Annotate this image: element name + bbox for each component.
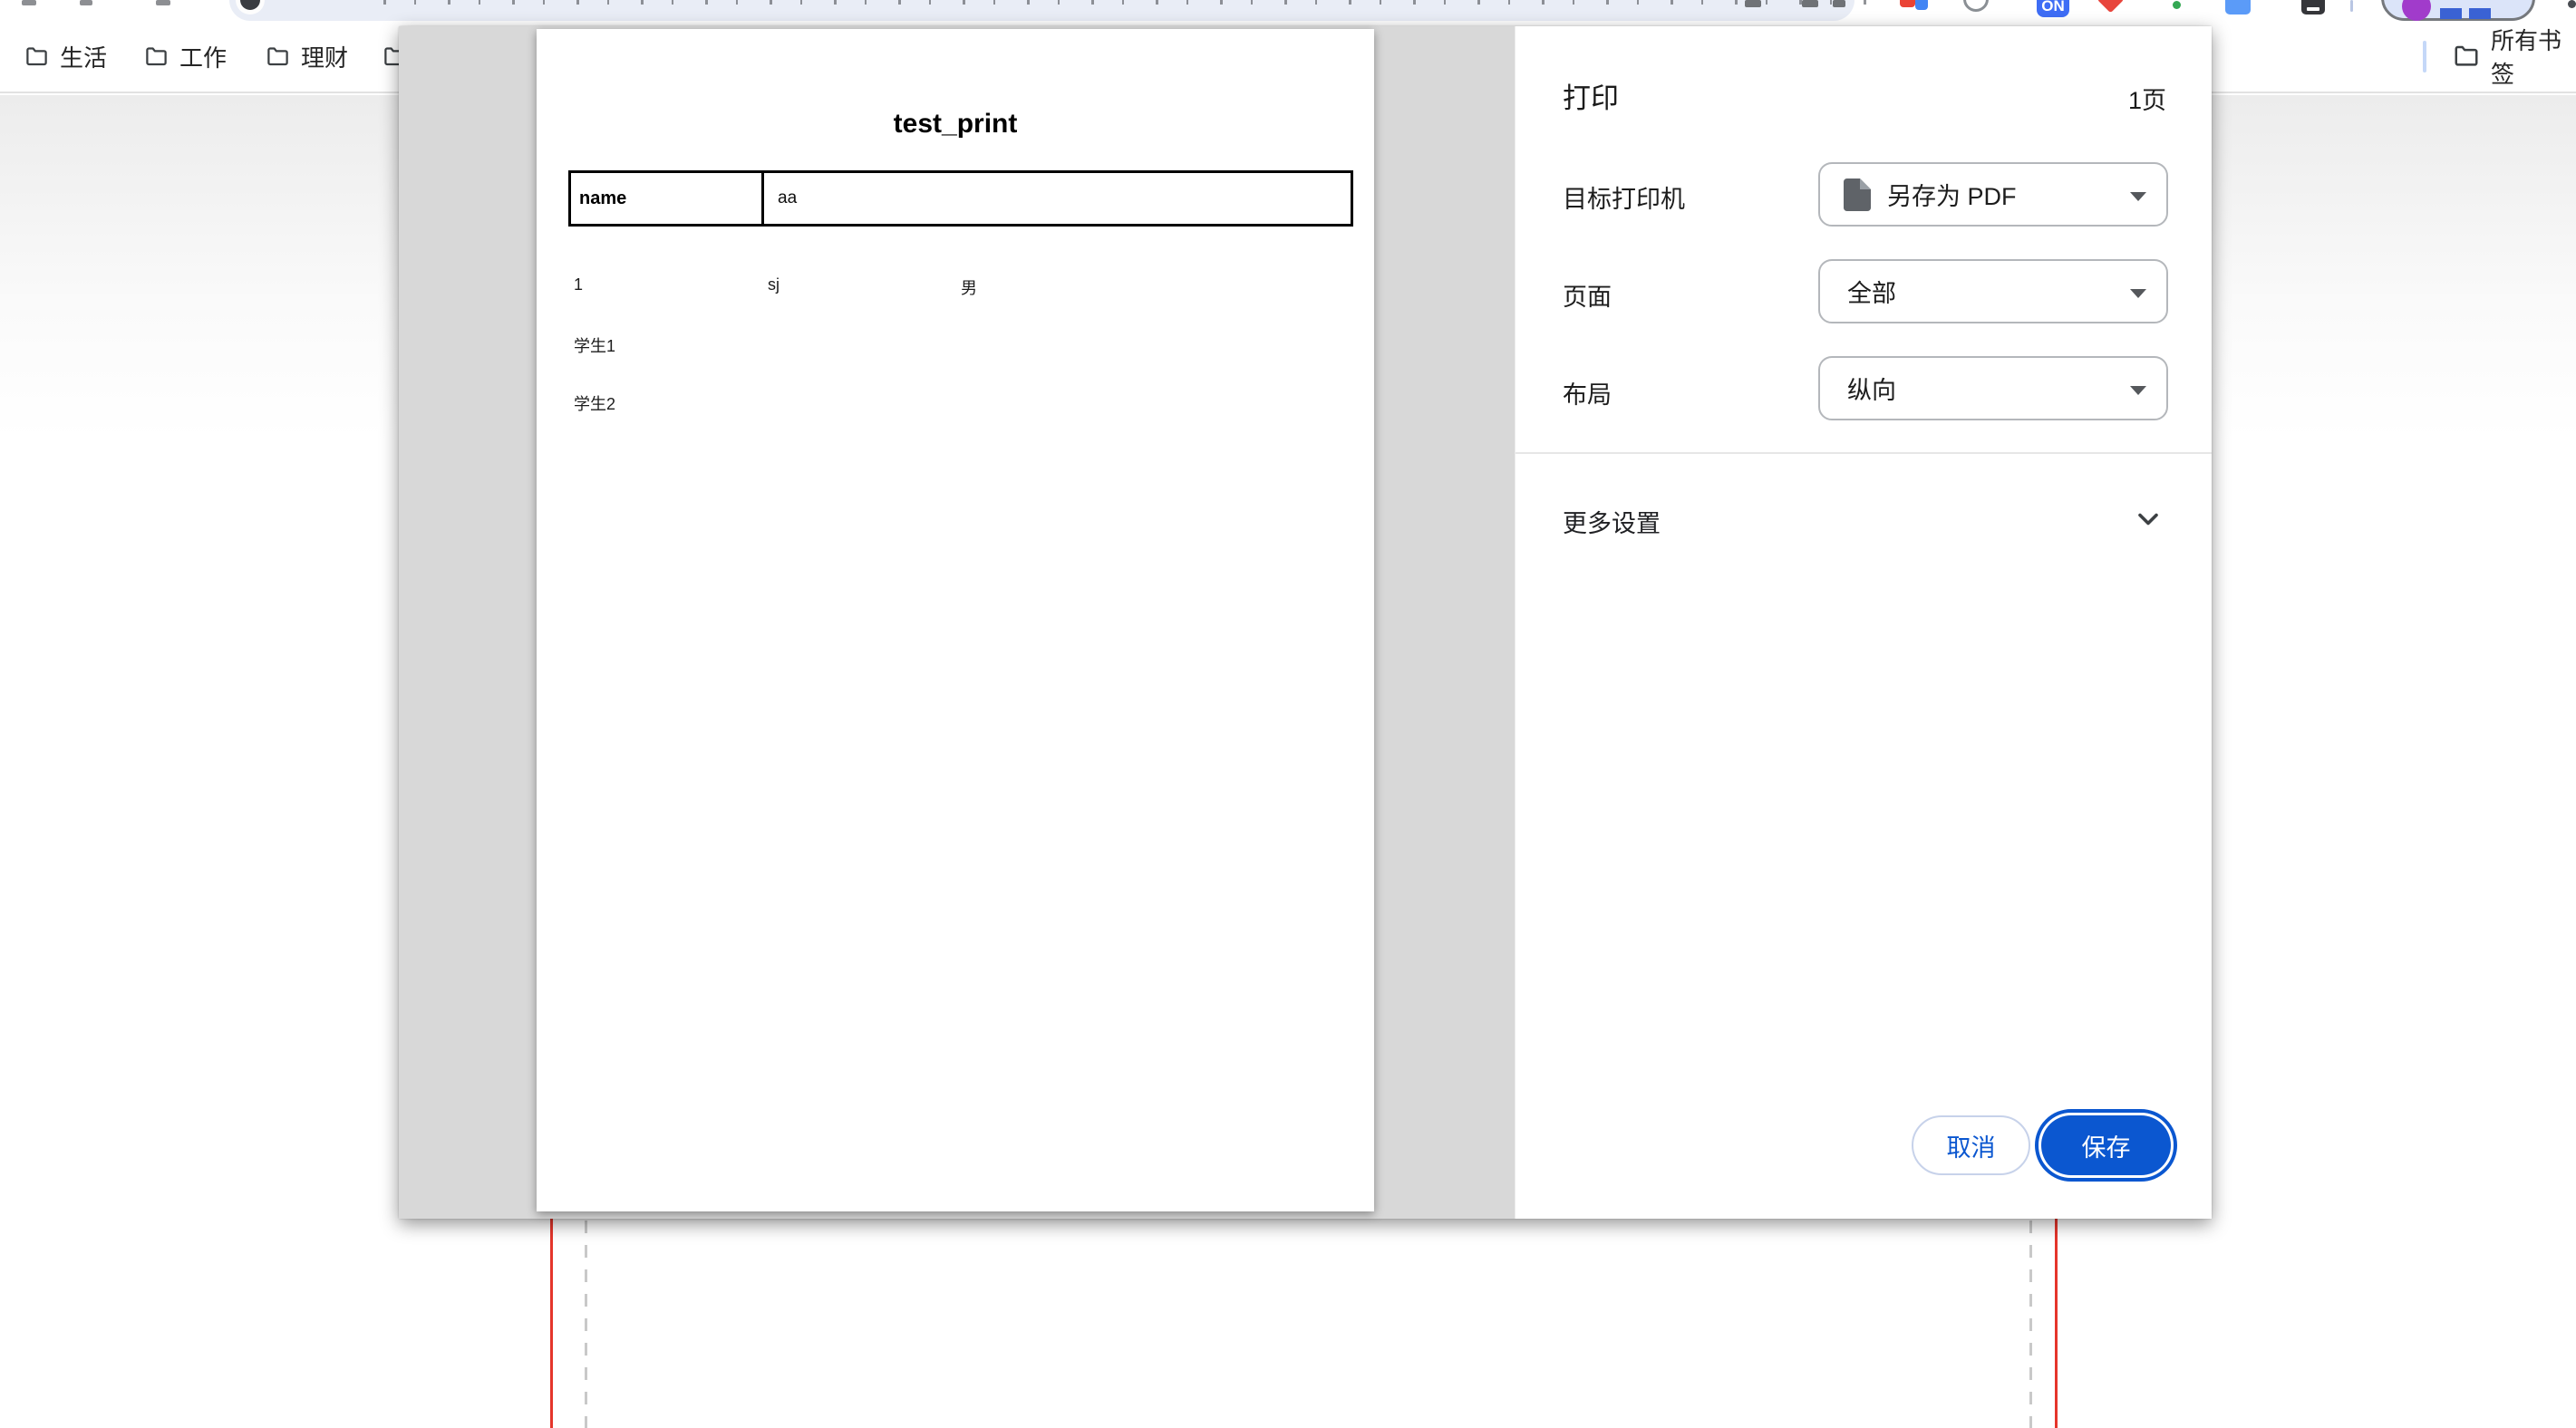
- print-preview-pane: test_print name aa 1 sj 男 学生1 学生2: [399, 26, 1515, 1219]
- caret-down-icon: [2130, 386, 2146, 395]
- page-count: 1页: [2128, 81, 2166, 116]
- layout-value: 纵向: [1847, 371, 1896, 406]
- destination-value: 另存为 PDF: [1887, 177, 2017, 212]
- destination-select[interactable]: 另存为 PDF: [1818, 162, 2168, 227]
- bookmark-folder-life[interactable]: 生活: [24, 42, 107, 71]
- more-settings-toggle[interactable]: 更多设置: [1516, 479, 2212, 561]
- layout-label: 布局: [1563, 375, 1612, 410]
- folder-icon: [24, 44, 49, 69]
- table-header-cell: aa: [767, 173, 1351, 224]
- chevron-down-icon: [2132, 503, 2164, 536]
- on-extension-icon[interactable]: ON: [2037, 0, 2069, 17]
- extension-icon[interactable]: [1963, 0, 1989, 12]
- caret-down-icon: [2130, 192, 2146, 201]
- site-info-icon[interactable]: [240, 0, 260, 10]
- profile-label-fragment: [2469, 8, 2491, 19]
- table-header-cell: name: [571, 173, 764, 224]
- all-bookmarks-label: 所有书签: [2491, 23, 2576, 90]
- address-bar[interactable]: [229, 0, 1855, 21]
- bookmark-label: 生活: [60, 40, 107, 73]
- pages-select[interactable]: 全部: [1818, 259, 2168, 323]
- pdf-file-icon: [1844, 178, 1871, 211]
- caret-down-icon: [2130, 289, 2146, 298]
- reading-list-icon[interactable]: [1745, 0, 1761, 7]
- section-divider: [1516, 452, 2212, 454]
- print-settings-panel: 打印 1页 目标打印机 另存为 PDF 页面 全部 布局 纵向 更多设置: [1515, 26, 2212, 1219]
- folder-icon: [2453, 43, 2480, 70]
- table-cell: 男: [961, 275, 977, 299]
- destination-label: 目标打印机: [1563, 179, 1685, 215]
- document-text-line: 学生1: [574, 333, 615, 357]
- extension-icon[interactable]: [2173, 1, 2181, 9]
- bookmark-star-icon[interactable]: [1802, 0, 1818, 7]
- table-cell: sj: [768, 275, 780, 294]
- document-table: name aa: [568, 170, 1353, 227]
- folder-icon: [144, 44, 169, 69]
- menu-icon[interactable]: [2568, 0, 2576, 8]
- toolbar-icon-fragment[interactable]: [80, 0, 92, 5]
- bookmark-folder-finance[interactable]: 理财: [266, 42, 348, 71]
- layout-select[interactable]: 纵向: [1818, 356, 2168, 420]
- extension-icon[interactable]: [2097, 0, 2125, 13]
- preview-page: test_print name aa 1 sj 男 学生1 学生2: [537, 29, 1374, 1211]
- bookmark-folder-work[interactable]: 工作: [144, 42, 227, 71]
- extension-icon[interactable]: [2301, 0, 2325, 14]
- cancel-button[interactable]: 取消: [1912, 1115, 2030, 1175]
- url-text-fragment: [383, 0, 1888, 5]
- folder-icon: [266, 44, 290, 69]
- table-cell: 1: [574, 275, 583, 294]
- toolbar-icon-fragment[interactable]: [156, 0, 170, 5]
- document-title: test_print: [537, 109, 1374, 140]
- profile-label-fragment: [2440, 8, 2462, 19]
- extension-icon[interactable]: [2225, 0, 2251, 14]
- pages-label: 页面: [1563, 277, 1612, 313]
- pages-value: 全部: [1847, 274, 1896, 309]
- dialog-title: 打印: [1563, 75, 1619, 116]
- bookmark-label: 工作: [179, 40, 227, 73]
- extension-icon[interactable]: [1915, 0, 1928, 10]
- bookmarks-separator: [2423, 41, 2426, 72]
- avatar: [2402, 0, 2431, 21]
- all-bookmarks-button[interactable]: 所有书签: [2453, 42, 2576, 71]
- extension-icon[interactable]: [1900, 0, 1915, 7]
- toolbar-separator: [2350, 0, 2353, 12]
- bookmark-label: 理财: [301, 40, 348, 73]
- profile-chip[interactable]: [2381, 0, 2535, 21]
- document-text-line: 学生2: [574, 391, 615, 415]
- print-dialog: test_print name aa 1 sj 男 学生1 学生2 打印 1页 …: [399, 26, 2212, 1219]
- address-bar-icon[interactable]: [1833, 0, 1845, 7]
- save-button[interactable]: 保存: [2041, 1115, 2171, 1175]
- toolbar-icon-fragment[interactable]: [22, 0, 36, 5]
